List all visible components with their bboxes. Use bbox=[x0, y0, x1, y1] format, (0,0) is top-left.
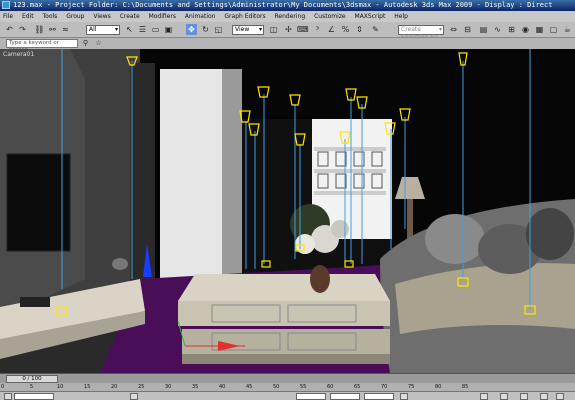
menu-help[interactable]: Help bbox=[394, 13, 408, 20]
select-scale-icon[interactable]: ◱ bbox=[213, 24, 224, 35]
track-tick: 10 bbox=[57, 384, 64, 390]
play-animation-icon[interactable] bbox=[540, 393, 548, 400]
doorway-wall bbox=[160, 69, 222, 299]
edit-named-selection-icon[interactable]: ✎ bbox=[370, 24, 381, 35]
wall-column bbox=[130, 63, 155, 298]
menu-tools[interactable]: Tools bbox=[43, 13, 58, 20]
region-select-icon[interactable]: ▭ bbox=[150, 24, 161, 35]
menu-graph-editors[interactable]: Graph Editors bbox=[224, 13, 265, 20]
angle-snap-icon[interactable]: ∠ bbox=[326, 24, 337, 35]
menu-group[interactable]: Group bbox=[66, 13, 84, 20]
unlink-icon[interactable]: ⚯ bbox=[47, 24, 58, 35]
viewport-label[interactable]: Camera01 bbox=[3, 51, 34, 58]
window-title-bar: 123.max - Project Folder: C:\Documents a… bbox=[0, 0, 575, 11]
track-tick: 20 bbox=[111, 384, 118, 390]
track-bar[interactable]: 0 5 10 15 20 25 30 35 40 45 50 55 60 65 … bbox=[0, 383, 575, 391]
z-coordinate-field[interactable] bbox=[364, 393, 394, 400]
search-icon[interactable]: ⚲ bbox=[80, 38, 91, 49]
track-tick: 15 bbox=[84, 384, 91, 390]
track-tick: 25 bbox=[138, 384, 145, 390]
track-tick: 70 bbox=[381, 384, 388, 390]
key-filters-button[interactable] bbox=[520, 393, 528, 400]
select-link-icon[interactable]: ⛓ bbox=[34, 24, 45, 35]
menu-bar: File Edit Tools Group Views Create Modif… bbox=[0, 11, 575, 22]
curve-editor-icon[interactable]: ∿ bbox=[492, 24, 503, 35]
percent-snap-icon[interactable]: % bbox=[340, 24, 351, 35]
track-tick: 85 bbox=[462, 384, 469, 390]
maxscript-listener-icon[interactable] bbox=[4, 393, 12, 400]
snaps-toggle-icon[interactable]: ³ bbox=[312, 24, 323, 35]
redo-icon[interactable]: ↷ bbox=[17, 24, 28, 35]
track-tick: 0 bbox=[1, 384, 5, 390]
menu-rendering[interactable]: Rendering bbox=[275, 13, 306, 20]
scene-render bbox=[0, 49, 575, 373]
spinner-snap-icon[interactable]: ⇕ bbox=[354, 24, 365, 35]
track-tick: 65 bbox=[354, 384, 361, 390]
menu-file[interactable]: File bbox=[3, 13, 13, 20]
material-editor-icon[interactable]: ◉ bbox=[520, 24, 531, 35]
menu-customize[interactable]: Customize bbox=[314, 13, 346, 20]
track-tick: 75 bbox=[408, 384, 415, 390]
render-setup-icon[interactable]: ▦ bbox=[534, 24, 545, 35]
track-tick: 60 bbox=[327, 384, 334, 390]
menu-maxscript[interactable]: MAXScript bbox=[355, 13, 386, 20]
time-slider-bar: 0 / 100 bbox=[0, 373, 575, 383]
select-by-name-icon[interactable]: ☰ bbox=[137, 24, 148, 35]
menu-views[interactable]: Views bbox=[93, 13, 110, 20]
window-crossing-icon[interactable]: ▣ bbox=[163, 24, 174, 35]
menu-animation[interactable]: Animation bbox=[185, 13, 216, 20]
coffee-table bbox=[178, 274, 390, 301]
select-object-icon[interactable]: ↖ bbox=[124, 24, 135, 35]
manipulate-icon[interactable]: ✢ bbox=[283, 24, 294, 35]
menu-edit[interactable]: Edit bbox=[22, 13, 34, 20]
app-icon bbox=[2, 1, 10, 9]
tv-screen bbox=[6, 153, 71, 252]
menu-create[interactable]: Create bbox=[120, 13, 140, 20]
keyboard-shortcut-icon[interactable]: ⌨ bbox=[297, 24, 309, 35]
selection-lock-icon[interactable] bbox=[130, 393, 138, 400]
time-slider[interactable]: 0 / 100 bbox=[6, 375, 58, 383]
select-move-icon[interactable]: ✥ bbox=[186, 24, 197, 35]
main-toolbar: ↶ ↷ ⛓ ⚯ ≈ All ↖ ☰ ▭ ▣ ✥ ↻ ◱ View ◫ ✢ ⌨ ³… bbox=[0, 22, 575, 41]
x-coordinate-field[interactable] bbox=[296, 393, 326, 400]
selection-filter-dropdown[interactable]: All bbox=[86, 25, 120, 35]
track-tick: 40 bbox=[219, 384, 226, 390]
align-icon[interactable]: ⊟ bbox=[462, 24, 473, 35]
track-tick: 30 bbox=[165, 384, 172, 390]
layer-manager-icon[interactable]: ▤ bbox=[478, 24, 489, 35]
search-input[interactable]: Type a keyword or phrase bbox=[6, 39, 78, 53]
camera-viewport[interactable]: Camera01 bbox=[0, 49, 575, 373]
bind-space-warp-icon[interactable]: ≈ bbox=[60, 24, 71, 35]
mirror-icon[interactable]: ⇔ bbox=[448, 24, 459, 35]
select-rotate-icon[interactable]: ↻ bbox=[200, 24, 211, 35]
set-key-button[interactable] bbox=[500, 393, 508, 400]
flower-vase bbox=[310, 265, 330, 293]
undo-icon[interactable]: ↶ bbox=[4, 24, 15, 35]
window-title: 123.max - Project Folder: C:\Documents a… bbox=[13, 1, 553, 9]
track-tick: 50 bbox=[273, 384, 280, 390]
track-tick: 55 bbox=[300, 384, 307, 390]
quick-render-icon[interactable]: ☕ bbox=[562, 24, 573, 35]
time-configuration-icon[interactable] bbox=[556, 393, 564, 400]
track-tick: 80 bbox=[435, 384, 442, 390]
menu-modifiers[interactable]: Modifiers bbox=[149, 13, 176, 20]
pivot-center-icon[interactable]: ◫ bbox=[268, 24, 279, 35]
reference-coordinate-dropdown[interactable]: View bbox=[232, 25, 264, 35]
rendered-frame-window-icon[interactable]: ▢ bbox=[548, 24, 559, 35]
track-tick: 45 bbox=[246, 384, 253, 390]
communication-center-icon[interactable]: ☆ bbox=[93, 38, 104, 49]
named-selection-dropdown[interactable]: Create Selection Se bbox=[398, 25, 444, 41]
schematic-view-icon[interactable]: ⊞ bbox=[506, 24, 517, 35]
auto-key-button[interactable] bbox=[480, 393, 488, 400]
track-tick: 5 bbox=[30, 384, 34, 390]
status-bar bbox=[0, 391, 575, 400]
maxscript-mini-listener[interactable] bbox=[14, 393, 54, 400]
track-tick: 35 bbox=[192, 384, 199, 390]
search-bar: Type a keyword or phrase ⚲ ☆ bbox=[0, 38, 575, 53]
y-coordinate-field[interactable] bbox=[330, 393, 360, 400]
grid-icon[interactable] bbox=[400, 393, 408, 400]
